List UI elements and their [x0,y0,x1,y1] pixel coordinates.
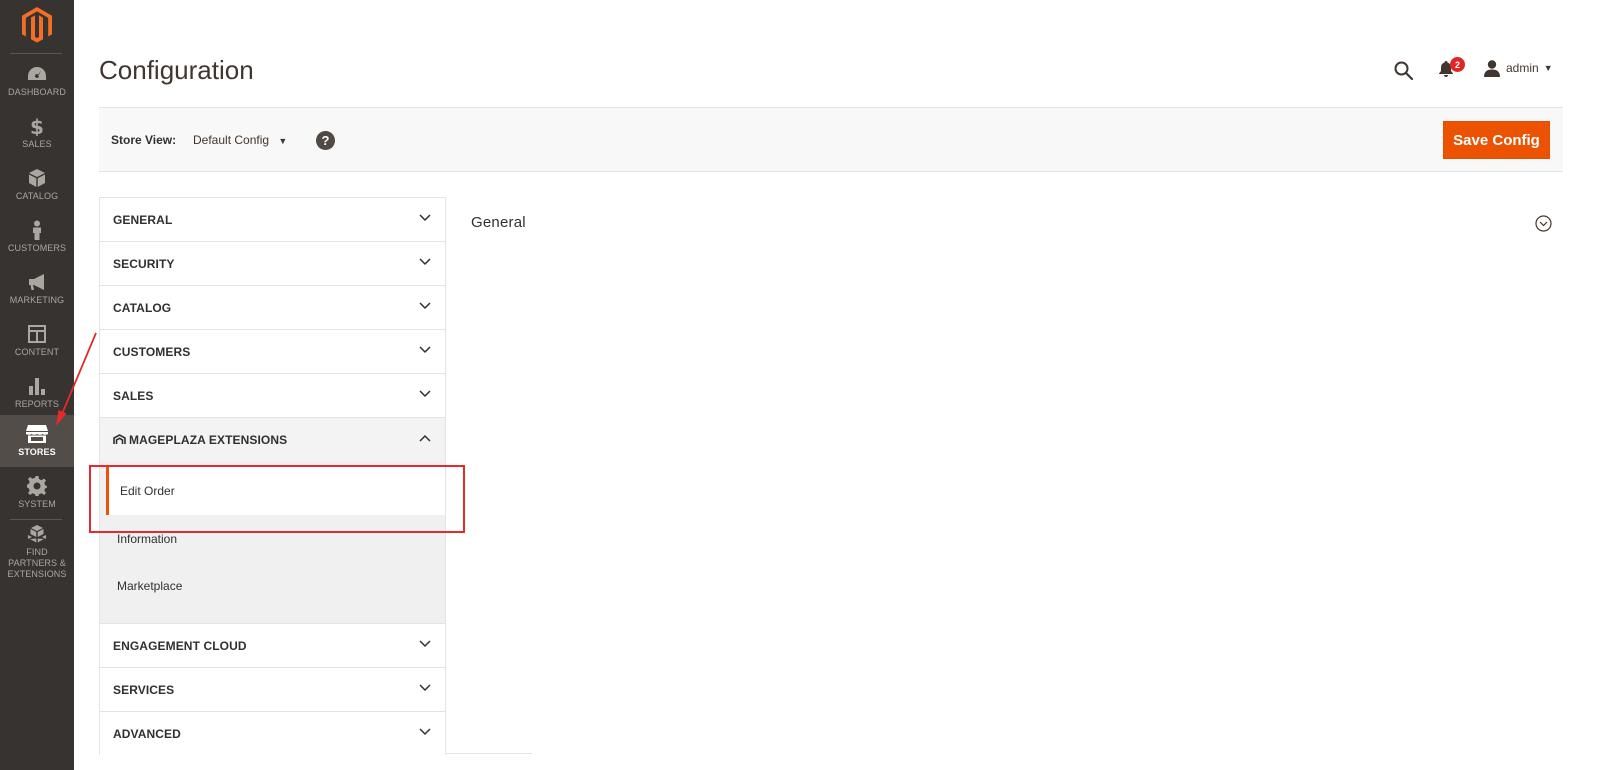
sidebar-divider [10,53,62,54]
sidebar-item-label: DASHBOARD [8,87,66,97]
tab-label: MAGEPLAZA EXTENSIONS [129,432,288,447]
user-icon [1484,59,1500,77]
tab-advanced[interactable]: ADVANCED [99,711,446,755]
tab-label: GENERAL [113,212,173,227]
user-account-menu[interactable]: admin ▼ [1484,58,1553,78]
help-glyph: ? [321,133,330,148]
sidebar-item-label: CATALOG [15,191,59,201]
help-icon[interactable]: ? [316,131,335,150]
magento-logo[interactable] [0,0,74,50]
store-view-selected: Default Config [193,133,270,147]
notification-count-badge: 2 [1450,57,1465,72]
chevron-down-icon [419,258,431,266]
sidebar-item-label: CUSTOMERS [7,243,67,253]
sidebar-item-catalog[interactable]: CATALOG [0,159,74,211]
chevron-down-icon [419,346,431,354]
layout-icon [28,325,46,343]
section-collapse-icon[interactable] [1535,215,1552,232]
subitem-information[interactable]: Information [100,515,445,563]
megaphone-icon [29,274,44,290]
sidebar-item-find-partners[interactable]: FIND PARTNERS & EXTENSIONS [0,524,74,580]
mageplaza-subitems: Edit Order Information Marketplace [99,461,446,623]
search-button[interactable] [1391,58,1415,82]
subitem-edit-order[interactable]: Edit Order [106,467,445,515]
divider-line [446,753,532,754]
chevron-down-icon [419,728,431,736]
sidebar-item-label: REPORTS [14,399,60,409]
sidebar-item-label: MARKETING [9,295,65,305]
store-view-dropdown[interactable]: Default Config ▼ [193,133,287,147]
tab-label: CUSTOMERS [113,344,191,359]
sidebar-item-system[interactable]: SYSTEM [0,467,74,519]
subitem-marketplace[interactable]: Marketplace [100,562,445,610]
chevron-down-icon [419,684,431,692]
store-icon [26,425,48,443]
sidebar-item-label: CONTENT [14,347,60,357]
chevron-up-icon [419,434,431,442]
sidebar-item-label: SALES [22,139,52,149]
sidebar-item-stores[interactable]: STORES [0,415,74,467]
caret-down-icon: ▼ [1543,63,1553,73]
tab-label: ENGAGEMENT CLOUD [113,638,247,653]
tab-security[interactable]: SECURITY [99,241,446,285]
svg-text:$: $ [30,116,44,136]
store-view-bar: Store View: Default Config ▼ ? Save Conf… [99,107,1563,172]
caret-down-icon: ▼ [278,136,288,146]
mageplaza-icon [113,434,126,444]
page-title: Configuration [99,55,254,85]
bar-chart-icon [29,378,45,395]
sidebar-divider [10,519,62,520]
notifications-button[interactable]: 2 [1436,57,1465,82]
chevron-down-icon [419,302,431,310]
user-name: admin [1506,61,1539,75]
section-title[interactable]: General [471,214,526,231]
sidebar-item-label: STORES [18,447,56,457]
sidebar-item-content[interactable]: CONTENT [0,315,74,367]
tab-services[interactable]: SERVICES [99,667,446,711]
store-view-label: Store View: [111,133,177,147]
tab-label: SERVICES [113,682,175,697]
sidebar-item-label: SYSTEM [18,499,56,509]
search-icon [1394,61,1413,80]
tab-engagement-cloud[interactable]: ENGAGEMENT CLOUD [99,623,446,667]
sidebar-item-reports[interactable]: REPORTS [0,367,74,419]
admin-sidebar: DASHBOARD $ SALES CATALOG CUSTOMERS MARK… [0,0,74,770]
gear-icon [27,476,47,496]
tab-mageplaza-extensions[interactable]: MAGEPLAZA EXTENSIONS [99,417,446,461]
tab-label: SECURITY [113,256,175,271]
cubes-icon [28,525,46,543]
sidebar-item-label: FIND PARTNERS & EXTENSIONS [7,547,67,579]
tab-sales[interactable]: SALES [99,373,446,417]
chevron-down-icon [419,640,431,648]
sidebar-item-marketing[interactable]: MARKETING [0,263,74,315]
tab-catalog[interactable]: CATALOG [99,285,446,329]
person-icon [33,220,41,240]
config-tabs: GENERAL SECURITY CATALOG CUSTOMERS SALES… [99,197,446,755]
tab-label: SALES [113,388,154,403]
sidebar-item-dashboard[interactable]: DASHBOARD [0,55,74,107]
tab-general[interactable]: GENERAL [99,197,446,241]
dollar-icon: $ [30,116,44,136]
dashboard-icon [28,67,46,80]
sidebar-item-customers[interactable]: CUSTOMERS [0,211,74,263]
chevron-down-icon [419,214,431,222]
box-icon [29,169,45,187]
tab-label: CATALOG [113,300,172,315]
magento-logo-icon [22,7,52,43]
chevron-down-icon [419,390,431,398]
tab-label: ADVANCED [113,726,181,741]
tab-customers[interactable]: CUSTOMERS [99,329,446,373]
save-config-button[interactable]: Save Config [1443,121,1550,159]
sidebar-item-sales[interactable]: $ SALES [0,107,74,159]
